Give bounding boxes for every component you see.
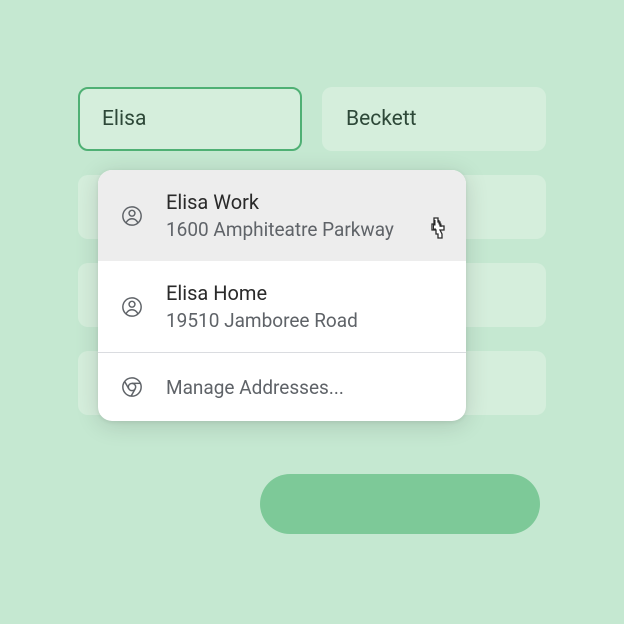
chrome-icon bbox=[120, 375, 144, 399]
submit-button[interactable] bbox=[260, 474, 540, 534]
autofill-option-content: Elisa Work 1600 Amphiteatre Parkway bbox=[166, 190, 394, 241]
autofill-option-title: Elisa Home bbox=[166, 281, 358, 305]
first-name-value: Elisa bbox=[102, 107, 146, 131]
autofill-option-subtitle: 1600 Amphiteatre Parkway bbox=[166, 218, 394, 241]
autofill-option-subtitle: 19510 Jamboree Road bbox=[166, 309, 358, 332]
form-row-name: Elisa Beckett bbox=[78, 87, 546, 151]
autofill-option-title: Elisa Work bbox=[166, 190, 394, 214]
manage-addresses-label: Manage Addresses... bbox=[166, 376, 344, 399]
last-name-input[interactable]: Beckett bbox=[322, 87, 546, 151]
manage-addresses-option[interactable]: Manage Addresses... bbox=[98, 353, 466, 421]
autofill-dropdown: Elisa Work 1600 Amphiteatre Parkway Elis… bbox=[98, 170, 466, 421]
autofill-option-work[interactable]: Elisa Work 1600 Amphiteatre Parkway bbox=[98, 170, 466, 261]
person-icon bbox=[120, 204, 144, 228]
autofill-option-content: Elisa Home 19510 Jamboree Road bbox=[166, 281, 358, 332]
person-icon bbox=[120, 295, 144, 319]
first-name-input[interactable]: Elisa bbox=[78, 87, 302, 151]
last-name-value: Beckett bbox=[346, 107, 417, 131]
autofill-option-home[interactable]: Elisa Home 19510 Jamboree Road bbox=[98, 261, 466, 352]
